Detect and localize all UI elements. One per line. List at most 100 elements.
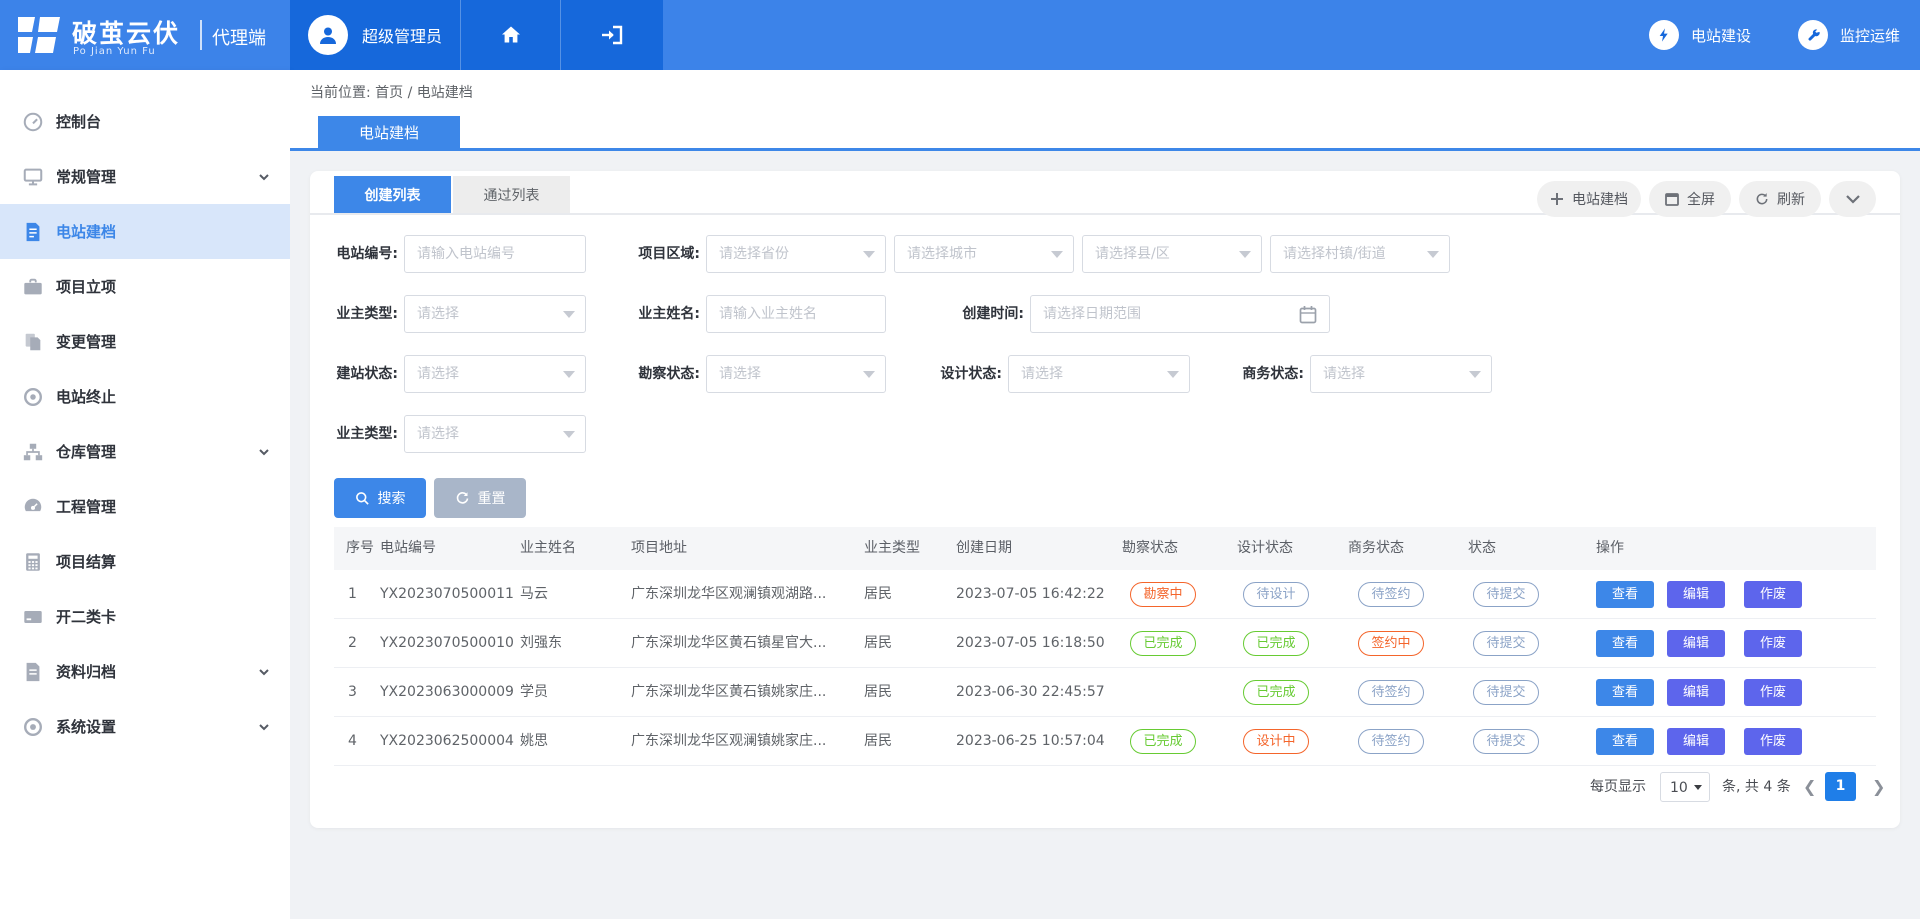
status-badge: 待提交 bbox=[1473, 680, 1539, 705]
city-select[interactable]: 请选择城市 bbox=[894, 235, 1074, 273]
owner-type2-select[interactable]: 请选择 bbox=[404, 415, 586, 453]
select-arrow-icon bbox=[1051, 251, 1063, 258]
business-status-badge: 待签约 bbox=[1358, 680, 1424, 705]
table-row: 3 YX2023063000009 学员 广东深圳龙华区黄石镇姚家庄... 居民… bbox=[334, 668, 1876, 717]
edit-button[interactable]: 编辑 bbox=[1667, 728, 1725, 755]
business-status-label: 商务状态: bbox=[1228, 355, 1304, 393]
sidebar-item-station-archive[interactable]: 电站建档 bbox=[0, 204, 290, 259]
add-station-button[interactable]: 电站建档 bbox=[1537, 181, 1641, 217]
sidebar-item-data-archive[interactable]: 资料归档 bbox=[0, 644, 290, 699]
sidebar-item-station-termination[interactable]: 电站终止 bbox=[0, 369, 290, 424]
chevron-down-icon bbox=[258, 721, 270, 733]
sidebar-item-class2-card[interactable]: 开二类卡 bbox=[0, 589, 290, 644]
design-status-badge: 已完成 bbox=[1243, 631, 1309, 656]
cell-address: 广东深圳龙华区观澜镇姚家庄... bbox=[631, 717, 856, 766]
col-owner: 业主姓名 bbox=[520, 527, 576, 570]
fullscreen-button[interactable]: 全屏 bbox=[1649, 181, 1731, 217]
void-button[interactable]: 作废 bbox=[1744, 728, 1802, 755]
county-select[interactable]: 请选择县/区 bbox=[1082, 235, 1262, 273]
survey-status-badge: 已完成 bbox=[1130, 631, 1196, 656]
lightning-icon bbox=[1649, 20, 1679, 50]
chevron-down-icon bbox=[258, 171, 270, 183]
design-status-select[interactable]: 请选择 bbox=[1008, 355, 1190, 393]
sidebar-item-general-mgmt[interactable]: 常规管理 bbox=[0, 149, 290, 204]
app-logo-icon bbox=[18, 15, 60, 55]
col-station-no: 电站编号 bbox=[380, 527, 436, 570]
status-badge: 待提交 bbox=[1473, 631, 1539, 656]
page-tab-station-archive[interactable]: 电站建档 bbox=[318, 116, 460, 148]
nav-power-build[interactable]: 电站建设 bbox=[1649, 0, 1751, 70]
owner-type-label: 业主类型: bbox=[316, 295, 398, 333]
chevron-down-icon bbox=[258, 666, 270, 678]
tab-passed-list[interactable]: 通过列表 bbox=[453, 176, 570, 213]
user-menu[interactable]: 超级管理员 bbox=[290, 0, 460, 70]
page-number-button[interactable]: 1 bbox=[1825, 772, 1856, 801]
nav-monitor-ops[interactable]: 监控运维 bbox=[1798, 0, 1900, 70]
survey-status-select[interactable]: 请选择 bbox=[706, 355, 886, 393]
sidebar-item-warehouse-mgmt[interactable]: 仓库管理 bbox=[0, 424, 290, 479]
per-page-select[interactable]: 10 bbox=[1660, 772, 1710, 802]
cell-owner: 姚思 bbox=[520, 717, 548, 766]
status-badge: 待提交 bbox=[1473, 729, 1539, 754]
town-select[interactable]: 请选择村镇/街道 bbox=[1270, 235, 1450, 273]
cell-owner-type: 居民 bbox=[864, 668, 892, 717]
sidebar-item-project-initiation[interactable]: 项目立项 bbox=[0, 259, 290, 314]
status-badge: 待提交 bbox=[1473, 582, 1539, 607]
edit-button[interactable]: 编辑 bbox=[1667, 679, 1725, 706]
select-arrow-icon bbox=[1167, 371, 1179, 378]
total-count-label: 条, 共 4 条 bbox=[1722, 772, 1791, 802]
table-row: 2 YX2023070500010 刘强东 广东深圳龙华区黄石镇星官大... 居… bbox=[334, 619, 1876, 668]
prev-page-button[interactable]: ❮ bbox=[1803, 772, 1816, 802]
cell-owner: 马云 bbox=[520, 570, 548, 619]
logout-button[interactable] bbox=[560, 0, 663, 70]
station-no-input[interactable]: 请输入电站编号 bbox=[404, 235, 586, 273]
view-button[interactable]: 查看 bbox=[1596, 679, 1654, 706]
void-button[interactable]: 作废 bbox=[1744, 581, 1802, 608]
province-select[interactable]: 请选择省份 bbox=[706, 235, 886, 273]
briefcase-icon bbox=[22, 276, 44, 298]
view-button[interactable]: 查看 bbox=[1596, 728, 1654, 755]
edit-button[interactable]: 编辑 bbox=[1667, 581, 1725, 608]
settings-icon bbox=[22, 716, 44, 738]
sidebar-item-change-mgmt[interactable]: 变更管理 bbox=[0, 314, 290, 369]
select-arrow-icon bbox=[863, 371, 875, 378]
sidebar-item-engineering-mgmt[interactable]: 工程管理 bbox=[0, 479, 290, 534]
void-button[interactable]: 作废 bbox=[1744, 679, 1802, 706]
select-arrow-icon bbox=[1694, 785, 1702, 790]
cell-station-no: YX2023062500004 bbox=[380, 717, 514, 766]
select-arrow-icon bbox=[563, 311, 575, 318]
col-created: 创建日期 bbox=[956, 527, 1012, 570]
reset-button[interactable]: 重置 bbox=[434, 478, 526, 518]
view-button[interactable]: 查看 bbox=[1596, 581, 1654, 608]
edit-button[interactable]: 编辑 bbox=[1667, 630, 1725, 657]
refresh-button[interactable]: 刷新 bbox=[1739, 181, 1821, 217]
next-page-button[interactable]: ❯ bbox=[1872, 772, 1885, 802]
per-page-label: 每页显示 bbox=[1590, 772, 1646, 802]
sidebar-item-console[interactable]: 控制台 bbox=[0, 94, 290, 149]
refresh-icon bbox=[1755, 192, 1769, 206]
document-icon bbox=[22, 221, 44, 243]
table-row: 1 YX2023070500011 马云 广东深圳龙华区观澜镇观湖路... 居民… bbox=[334, 570, 1876, 619]
cell-station-no: YX2023063000009 bbox=[380, 668, 514, 717]
collapse-toolbar-button[interactable] bbox=[1829, 181, 1876, 217]
search-button[interactable]: 搜索 bbox=[334, 478, 426, 518]
cell-owner-type: 居民 bbox=[864, 570, 892, 619]
date-range-input[interactable]: 请选择日期范围 bbox=[1030, 295, 1330, 333]
owner-name-input[interactable]: 请输入业主姓名 bbox=[706, 295, 886, 333]
gauge-icon bbox=[22, 111, 44, 133]
owner-type-select[interactable]: 请选择 bbox=[404, 295, 586, 333]
build-status-select[interactable]: 请选择 bbox=[404, 355, 586, 393]
void-button[interactable]: 作废 bbox=[1744, 630, 1802, 657]
user-block: 超级管理员 bbox=[290, 0, 663, 70]
cell-station-no: YX2023070500010 bbox=[380, 619, 514, 668]
sidebar-item-project-settlement[interactable]: 项目结算 bbox=[0, 534, 290, 589]
home-button[interactable] bbox=[460, 0, 560, 70]
select-arrow-icon bbox=[563, 371, 575, 378]
view-button[interactable]: 查看 bbox=[1596, 630, 1654, 657]
business-status-badge: 签约中 bbox=[1358, 631, 1424, 656]
avatar bbox=[308, 15, 348, 55]
sidebar-item-system-settings[interactable]: 系统设置 bbox=[0, 699, 290, 754]
breadcrumb-bar: 当前位置: 首页 / 电站建档 电站建档 bbox=[290, 70, 1920, 151]
business-status-select[interactable]: 请选择 bbox=[1310, 355, 1492, 393]
tab-create-list[interactable]: 创建列表 bbox=[334, 176, 451, 213]
